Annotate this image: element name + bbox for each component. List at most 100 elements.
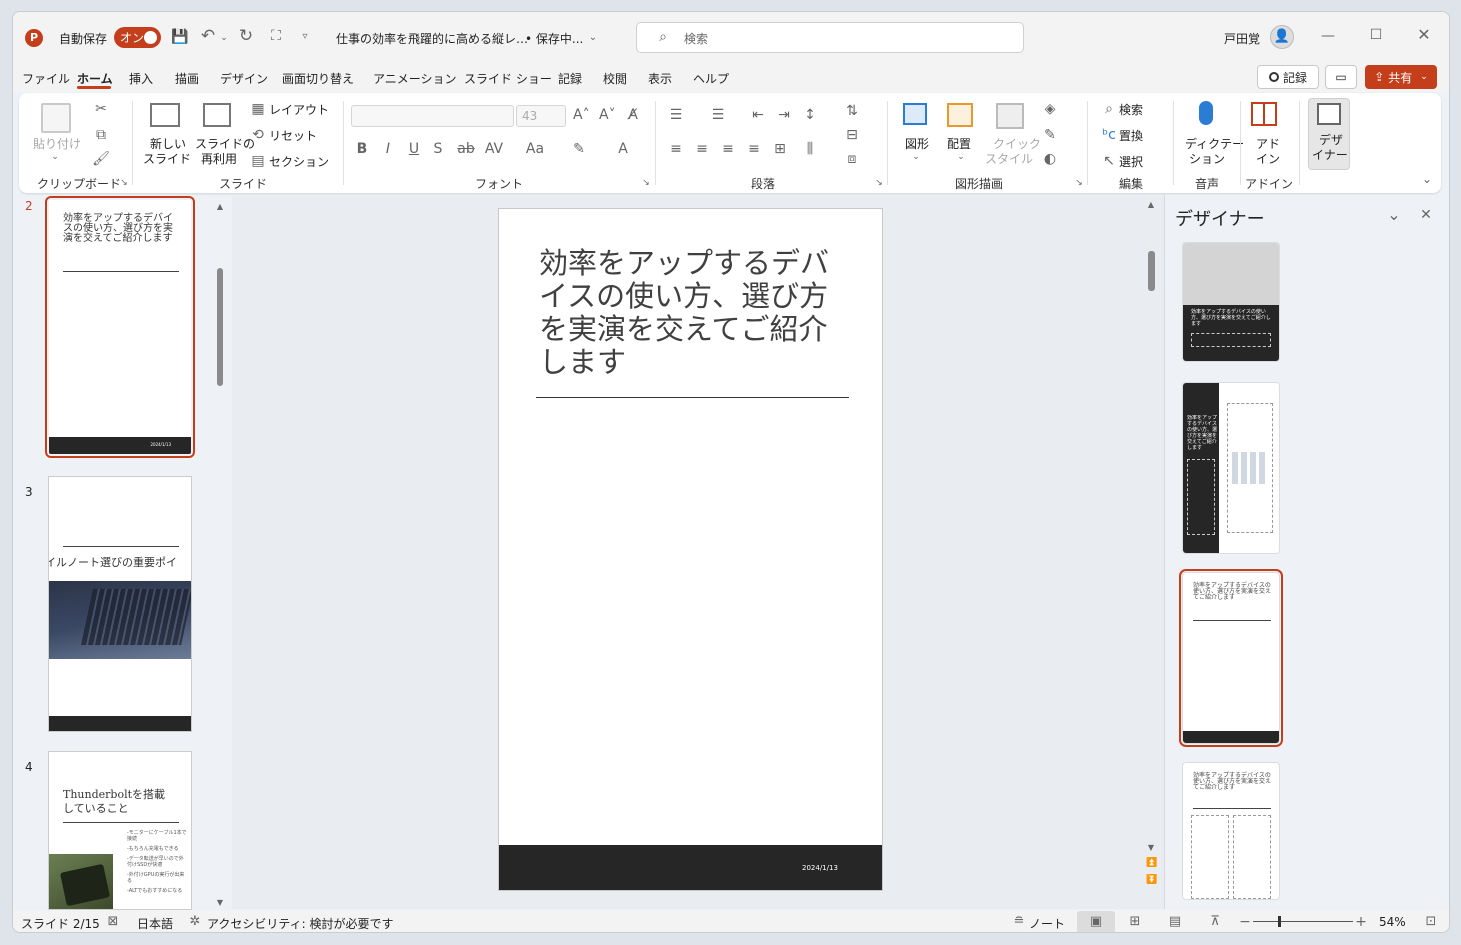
font-size-select[interactable]: 43 [516, 105, 566, 127]
design-idea-2[interactable]: 効率をアップするデバイスの使い方、選び方を実演を交えてご紹介します [1183, 383, 1279, 553]
customize-toolbar-icon[interactable]: ▿ [299, 29, 311, 45]
increase-indent-icon[interactable]: ⇥ [775, 107, 793, 123]
slide-thumbnail-4[interactable]: Thunderboltを搭載していること -モニターにケーブル1本で接続 -もち… [49, 752, 191, 909]
quick-styles-label-2[interactable]: スタイル [985, 150, 1033, 167]
dialog-launcher-icon[interactable]: ↘ [1074, 175, 1084, 191]
arrange-icon[interactable] [947, 103, 973, 127]
designer-button[interactable]: デザ イナー [1308, 98, 1350, 170]
font-name-select[interactable] [351, 105, 514, 127]
scroll-up-icon[interactable]: ▲ [1146, 197, 1156, 213]
share-button[interactable]: ⇪ 共有 ⌄ [1365, 65, 1437, 89]
find-button[interactable]: 検索 [1119, 101, 1143, 118]
undo-icon[interactable]: ↶ [199, 28, 217, 45]
copy-icon[interactable]: ⧉ [92, 127, 110, 143]
menu-draw[interactable]: 描画 [175, 70, 199, 87]
smartart-icon[interactable]: ⧈ [843, 151, 861, 167]
comments-button[interactable]: ▭ [1325, 65, 1357, 89]
strikethrough-icon[interactable]: ab [457, 141, 475, 157]
chevron-down-icon[interactable]: ⌄ [49, 149, 61, 165]
shape-effects-icon[interactable]: ◐ [1041, 151, 1059, 167]
distributed-icon[interactable]: ⊞ [771, 141, 789, 157]
replace-icon[interactable]: ᵇc [1101, 127, 1117, 143]
align-center-icon[interactable]: ≡ [693, 141, 711, 157]
change-case-icon[interactable]: Aa [524, 141, 546, 157]
shadow-icon[interactable]: S [431, 141, 445, 157]
previous-slide-icon[interactable]: ⏫ [1146, 855, 1157, 871]
menu-help[interactable]: ヘルプ [693, 70, 729, 87]
thumbnail-scrollbar-thumb[interactable] [217, 268, 223, 386]
italic-icon[interactable]: I [381, 141, 395, 157]
scroll-down-icon[interactable]: ▼ [1146, 840, 1156, 856]
design-idea-4[interactable]: 効率をアップするデバイスの使い方、選び方を実演を交えてご紹介します [1183, 763, 1279, 899]
spellcheck-icon[interactable]: ⊠ [105, 914, 121, 930]
line-spacing-icon[interactable]: ↕ [801, 107, 819, 123]
dialog-launcher-icon[interactable]: ↘ [641, 175, 651, 191]
menu-home[interactable]: ホーム [77, 70, 113, 87]
reset-button[interactable]: リセット [269, 127, 317, 144]
bold-icon[interactable]: B [355, 141, 369, 157]
chevron-down-icon[interactable]: ⌄ [587, 30, 599, 46]
cut-icon[interactable]: ✂ [92, 101, 110, 117]
document-title[interactable]: 仕事の効率を飛躍的に高める縦レ… [336, 30, 528, 47]
slideshow-icon[interactable]: ⊼ [1207, 914, 1223, 930]
paste-icon[interactable] [41, 103, 71, 133]
record-button[interactable]: 記録 [1257, 65, 1319, 89]
slide-counter[interactable]: スライド 2/15 [21, 915, 100, 932]
design-idea-3-selected[interactable]: 効率をアップするデバイスの使い方、選び方を実演を交えてご紹介します [1179, 569, 1283, 747]
menu-animations[interactable]: アニメーション [373, 70, 457, 87]
char-spacing-icon[interactable]: AV [483, 141, 505, 157]
zoom-out-icon[interactable]: − [1239, 914, 1251, 930]
slide-date[interactable]: 2024/1/13 [802, 864, 838, 872]
shape-fill-icon[interactable]: ◈ [1041, 101, 1059, 117]
scroll-down-icon[interactable]: ▼ [215, 895, 225, 911]
menu-review[interactable]: 校閲 [603, 70, 627, 87]
slide-sorter-icon[interactable]: ⊞ [1127, 914, 1143, 930]
scroll-up-icon[interactable]: ▲ [215, 199, 225, 215]
dialog-launcher-icon[interactable]: ↘ [119, 175, 129, 191]
slide-thumbnail-3[interactable]: イルノート選びの重要ポイ [49, 477, 191, 731]
section-icon[interactable]: ▤ [250, 153, 266, 169]
chevron-down-icon[interactable]: ⌄ [910, 149, 922, 165]
dialog-launcher-icon[interactable]: ↘ [874, 175, 884, 191]
addins-icon[interactable] [1251, 102, 1277, 126]
notes-icon[interactable]: ≘ [1011, 914, 1027, 930]
zoom-slider-handle[interactable] [1278, 916, 1281, 927]
save-status[interactable]: • 保存中... [525, 30, 583, 47]
clear-format-icon[interactable]: A̸ [625, 107, 641, 123]
select-icon[interactable]: ↖ [1101, 153, 1117, 169]
next-slide-icon[interactable]: ⏬ [1146, 872, 1157, 888]
slide-title[interactable]: 効率をアップするデバイスの使い方、選び方を実演を交えてご紹介します [539, 247, 847, 379]
reuse-slides-label-2[interactable]: 再利用 [201, 150, 237, 167]
menu-transitions[interactable]: 画面切り替え [282, 70, 354, 87]
reading-view-icon[interactable]: ▤ [1167, 914, 1183, 930]
dictate-label-2[interactable]: ション [1189, 150, 1225, 167]
ribbon-expand-icon[interactable]: ⌄ [1419, 171, 1435, 187]
reset-icon[interactable]: ⟲ [250, 127, 266, 143]
layout-icon[interactable]: ▦ [250, 101, 266, 117]
new-slide-icon[interactable] [150, 103, 180, 127]
addins-label-2[interactable]: イン [1256, 150, 1280, 167]
section-button[interactable]: セクション [269, 153, 329, 170]
maximize-icon[interactable]: ☐ [1367, 27, 1385, 43]
menu-record[interactable]: 記録 [558, 70, 582, 87]
current-slide[interactable]: 効率をアップするデバイスの使い方、選び方を実演を交えてご紹介します 2024/1… [499, 209, 882, 890]
accessibility-icon[interactable]: ✲ [187, 914, 203, 930]
user-name[interactable]: 戸田覚 [1224, 30, 1260, 47]
notes-button[interactable]: ノート [1029, 915, 1065, 932]
zoom-in-icon[interactable]: + [1355, 914, 1367, 930]
align-right-icon[interactable]: ≡ [719, 141, 737, 157]
select-button[interactable]: 選択 [1119, 153, 1143, 170]
replace-button[interactable]: 置換 [1119, 127, 1143, 144]
new-slide-label-2[interactable]: スライド [143, 150, 191, 167]
chevron-down-icon[interactable]: ⌄ [1385, 207, 1403, 223]
slide-thumbnail-2[interactable]: 効率をアップするデバイスの使い方、選び方を実演を交えてご紹介します 2024/1… [45, 196, 195, 458]
layout-button[interactable]: レイアウト [269, 101, 329, 118]
bullets-icon[interactable]: ☰ [667, 107, 685, 123]
redo-icon[interactable]: ↻ [237, 28, 255, 45]
presentation-icon[interactable]: ⛶ [267, 28, 285, 44]
microphone-icon[interactable] [1199, 101, 1213, 125]
columns-icon[interactable]: ⫼ [801, 141, 819, 157]
justify-icon[interactable]: ≡ [745, 141, 763, 157]
increase-font-icon[interactable]: A˄ [573, 107, 590, 123]
shape-outline-icon[interactable]: ✎ [1041, 127, 1059, 143]
